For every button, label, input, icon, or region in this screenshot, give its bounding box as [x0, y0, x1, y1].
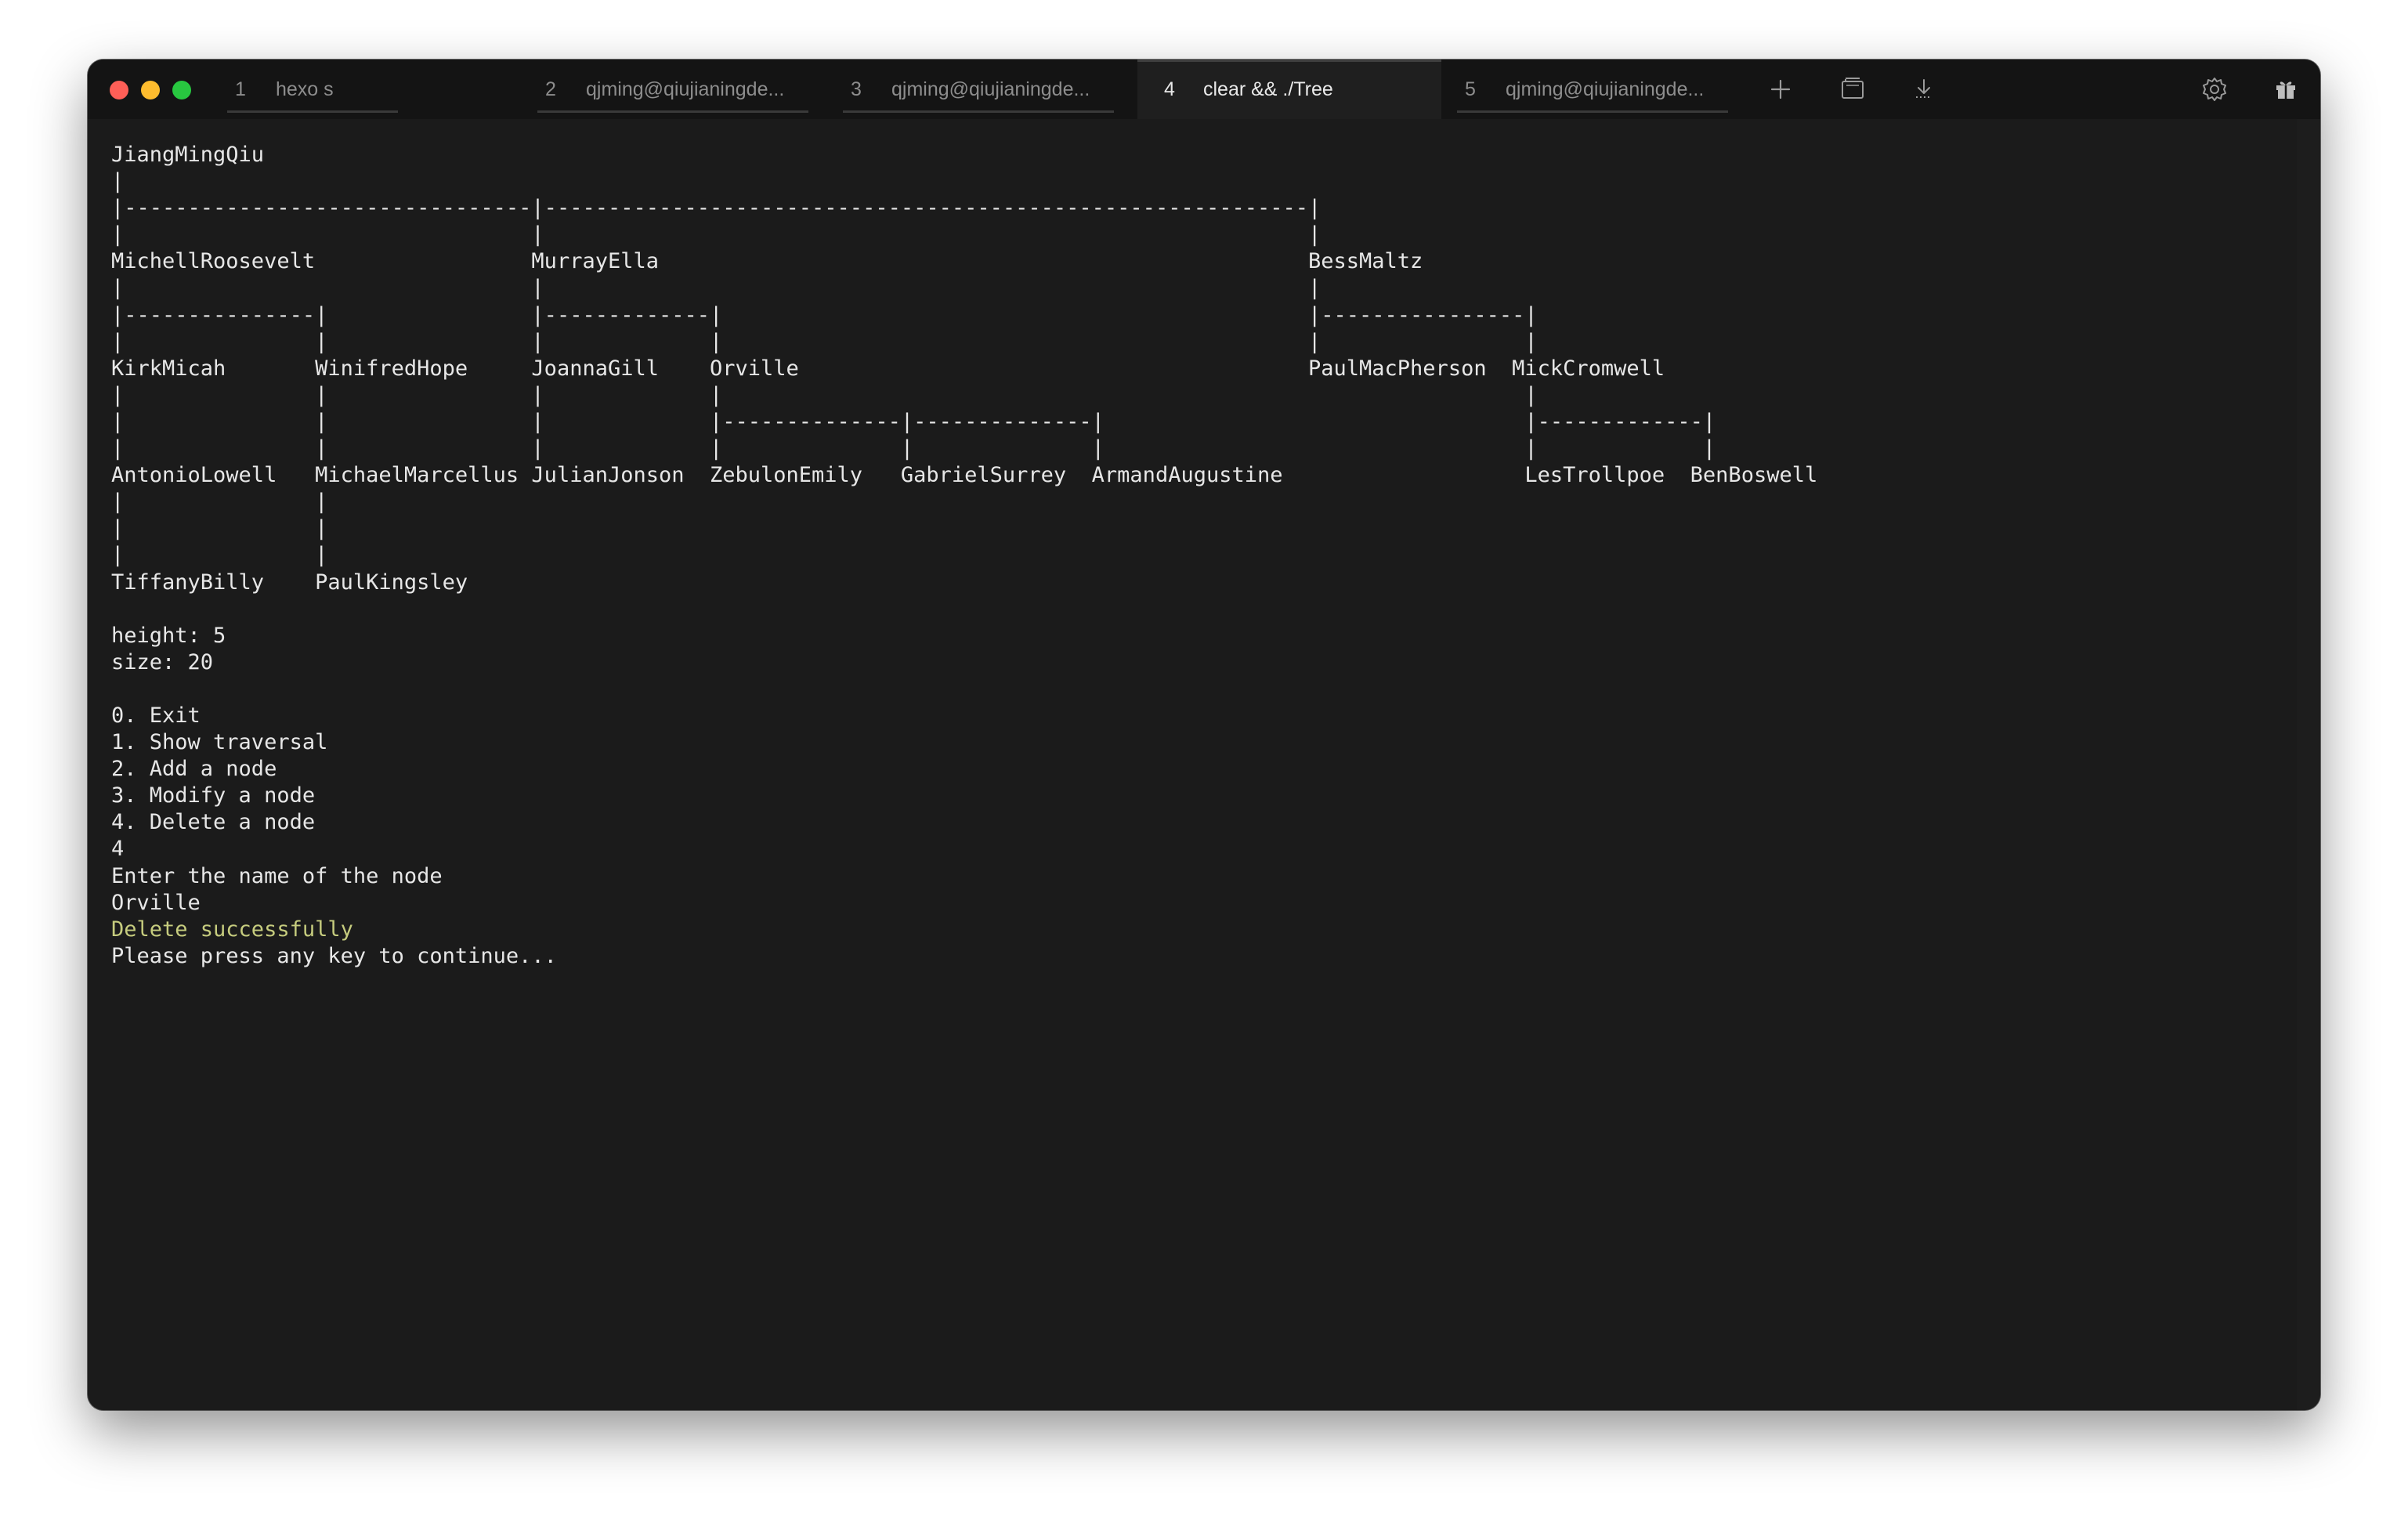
terminal-line: 3. Modify a node — [111, 783, 316, 808]
tab-number: 5 — [1465, 78, 1476, 100]
tab-title: qjming@qiujianingde... — [586, 78, 785, 100]
terminal-line: 4. Delete a node — [111, 810, 316, 835]
tab-number: 3 — [851, 78, 862, 100]
terminal-line: | | | — [111, 276, 1322, 301]
continue-prompt: Please press any key to continue... — [111, 943, 557, 968]
terminal-line: | | — [111, 516, 328, 541]
terminal-line: | — [111, 169, 125, 194]
terminal-line: | | | | | | — [111, 329, 1538, 354]
terminal-line: | | — [111, 543, 328, 568]
tab-5[interactable]: 5 qjming@qiujianingde... — [1457, 60, 1728, 119]
title-bar: 1 hexo s 2 qjming@qiujianingde... 3 qjmi… — [88, 60, 2320, 119]
terminal-line: AntonioLowell MichaelMarcellus JulianJon… — [111, 463, 1818, 488]
terminal-line: 1. Show traversal — [111, 730, 328, 755]
terminal-line: 0. Exit — [111, 703, 201, 728]
terminal-line: | | | — [111, 222, 1322, 248]
terminal-window: 1 hexo s 2 qjming@qiujianingde... 3 qjmi… — [88, 60, 2320, 1410]
tab-3[interactable]: 3 qjming@qiujianingde... — [843, 60, 1114, 119]
tab-title: qjming@qiujianingde... — [891, 78, 1090, 100]
tab-number: 2 — [545, 78, 556, 100]
gift-icon[interactable] — [2272, 75, 2300, 103]
split-pane-icon[interactable] — [1839, 75, 1867, 103]
terminal-line: height: 5 — [111, 623, 226, 648]
terminal-line: | | | | | | | | — [111, 436, 1716, 461]
terminal-line: MichellRoosevelt MurrayElla BessMaltz — [111, 249, 1423, 274]
terminal-line: JiangMingQiu — [111, 143, 265, 167]
terminal-line: 4 — [111, 837, 125, 862]
tab-underline — [843, 110, 1114, 113]
tab-2[interactable]: 2 qjming@qiujianingde... — [537, 60, 808, 119]
terminal-line: |--------------------------------|------… — [111, 196, 1322, 221]
close-window-button[interactable] — [110, 81, 128, 99]
gear-icon[interactable] — [2200, 75, 2229, 103]
tab-title: qjming@qiujianingde... — [1506, 78, 1705, 100]
plus-icon[interactable] — [1766, 75, 1795, 103]
tab-1[interactable]: 1 hexo s — [227, 60, 398, 119]
terminal-output[interactable]: JiangMingQiu | |--------------------------… — [111, 142, 1817, 970]
tab-underline — [227, 110, 398, 113]
tab-underline — [537, 110, 808, 113]
tab-number: 4 — [1164, 78, 1175, 100]
tab-underline — [1457, 110, 1728, 113]
terminal-line: 2. Add a node — [111, 757, 277, 782]
download-icon[interactable] — [1910, 75, 1938, 103]
success-message: Delete successfully — [111, 917, 353, 942]
tab-number: 1 — [235, 78, 246, 100]
terminal-line: TiffanyBilly PaulKingsley — [111, 570, 468, 595]
terminal-line: size: 20 — [111, 649, 214, 674]
terminal-line: | | — [111, 490, 328, 515]
terminal-line: Enter the name of the node — [111, 863, 443, 888]
minimize-window-button[interactable] — [141, 81, 160, 99]
terminal-line: Orville — [111, 890, 201, 915]
tab-title: hexo s — [276, 78, 334, 100]
terminal-line: | | | | | — [111, 382, 1538, 407]
tab-title: clear && ./Tree — [1203, 78, 1333, 100]
terminal-line: | | | |--------------|--------------| |-… — [111, 409, 1716, 434]
scrollbar[interactable] — [2297, 119, 2320, 1410]
tab-4[interactable]: 4 clear && ./Tree — [1137, 60, 1441, 119]
terminal-line: |---------------| |-------------| |-----… — [111, 302, 1538, 327]
zoom-window-button[interactable] — [172, 81, 191, 99]
terminal-line: KirkMicah WinifredHope JoannaGill Orvill… — [111, 356, 1665, 381]
